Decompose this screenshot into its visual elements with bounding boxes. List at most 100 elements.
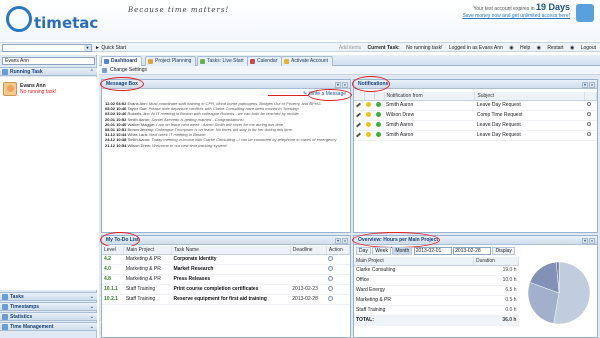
tab-tasks-live-start[interactable]: Tasks: Live Start: [197, 56, 249, 66]
search-icon[interactable]: [586, 112, 591, 116]
sidebar-item-tasks[interactable]: Tasks ⌄: [0, 292, 97, 301]
tab-project-planning[interactable]: Project Planning: [145, 56, 197, 66]
chevron-down-icon: ⌄: [89, 324, 94, 330]
table-row[interactable]: 4.8 Marketing & PR Press Releases: [102, 274, 350, 285]
action-icon[interactable]: [328, 295, 334, 301]
table-row[interactable]: 4.0 Marketing & PR Market Research: [102, 264, 350, 275]
tasks-live-icon: [200, 59, 205, 64]
search-icon[interactable]: [586, 102, 591, 106]
col-action[interactable]: Action: [326, 246, 351, 255]
project-planning-icon: [148, 59, 153, 64]
tab-dashboard[interactable]: Dashboard: [101, 56, 143, 66]
action-icon[interactable]: [328, 285, 334, 291]
edit-icon[interactable]: [355, 102, 362, 108]
collapse-icon[interactable]: ▾: [335, 82, 341, 88]
user-select[interactable]: Evans Ann: [2, 57, 95, 65]
total-row: TOTAL: 36.0 h: [354, 315, 519, 326]
dashboard-icon: [104, 59, 109, 64]
app-header: timetac Because time matters! Your test …: [0, 0, 600, 40]
edit-icon[interactable]: [355, 112, 362, 118]
collapse-icon[interactable]: ▾: [335, 238, 341, 244]
col-main-project[interactable]: Main Project: [354, 257, 474, 266]
sidebar-item-timestamps[interactable]: Timestamps ⌄: [0, 302, 97, 311]
range-week-button[interactable]: Week: [372, 247, 391, 255]
table-row: Marketing & PR 0.5 h: [354, 295, 519, 306]
collapse-icon[interactable]: ▾: [582, 238, 588, 244]
tasks-icon: [2, 294, 8, 300]
help-button[interactable]: ◉ Help: [509, 45, 530, 51]
annotation-circle: [352, 232, 440, 248]
calendar-icon: [250, 59, 255, 64]
approve-icon[interactable]: [376, 132, 381, 138]
pending-status-icon: [366, 132, 371, 138]
date-from-input[interactable]: 2013-02-01: [413, 247, 452, 255]
annotation-circle: [352, 76, 390, 92]
close-icon[interactable]: ×: [589, 82, 595, 88]
timetac-logo[interactable]: timetac: [6, 6, 98, 34]
avatar: [3, 82, 17, 96]
col-notification-from[interactable]: Notification from: [384, 92, 476, 101]
action-icon[interactable]: [328, 255, 334, 261]
date-to-input[interactable]: 2013-02-28: [453, 247, 492, 255]
col-task-name[interactable]: Task Name: [171, 246, 291, 255]
action-icon[interactable]: [328, 265, 334, 271]
edit-icon[interactable]: [355, 132, 362, 138]
notifications-table: Notification from Subject Smith Aaron Lea…: [354, 92, 597, 141]
chevron-down-icon: ⌄: [89, 314, 94, 320]
current-task-label: Current Task:: [367, 45, 400, 51]
settings-bar: Change Settings: [99, 66, 600, 75]
display-button[interactable]: Display: [492, 247, 515, 255]
approve-icon[interactable]: [376, 112, 381, 118]
range-month-button[interactable]: Month: [392, 247, 413, 255]
search-icon[interactable]: [586, 132, 591, 136]
close-icon[interactable]: ×: [342, 82, 348, 88]
approve-icon[interactable]: [376, 122, 381, 128]
running-task-header[interactable]: Running Task ⌃: [0, 67, 97, 76]
trial-upgrade-link[interactable]: Save money now and get unlimited access …: [462, 13, 570, 19]
col-duration[interactable]: Duration: [473, 257, 519, 266]
toolbar-right: Add items Current Task: No running task!…: [334, 45, 596, 51]
table-row[interactable]: Smith Aaron Leave Day Request: [354, 130, 597, 141]
trial-prefix: Your test account expires in: [473, 6, 535, 12]
overview-panel: Overview: Hours per Main Project ▾ × Day …: [352, 232, 598, 338]
sidebar-item-statistics[interactable]: Statistics ⌄: [0, 312, 97, 321]
action-icon[interactable]: [328, 275, 334, 281]
add-items-button[interactable]: Add items: [339, 45, 361, 51]
change-settings-button[interactable]: Change Settings: [110, 67, 147, 73]
quick-start-button[interactable]: ► Quick Start: [95, 45, 126, 51]
user-status: No running task!: [20, 89, 57, 95]
tab-calendar[interactable]: Calendar: [247, 56, 283, 66]
logout-button[interactable]: ◉ Logout: [570, 45, 596, 51]
logo-clock-icon: [6, 6, 32, 32]
annotation-arrow: [268, 95, 308, 96]
table-row[interactable]: 4.2 Marketing & PR Corporate Identity: [102, 254, 350, 265]
table-row[interactable]: Smith Aaron Leave Day Request: [354, 100, 597, 111]
activate-account-icon: [284, 59, 289, 64]
chevron-up-icon: ⌃: [89, 69, 94, 75]
table-row[interactable]: 10.2.1 Staff Training Reserve equipment fo…: [102, 294, 350, 305]
range-day-button[interactable]: Day: [356, 247, 371, 255]
collapse-icon[interactable]: ▾: [582, 82, 588, 88]
table-row[interactable]: Wilson Drew Comp Time Request: [354, 110, 597, 121]
sidebar-item-time-management[interactable]: Time Management ⌄: [0, 322, 97, 331]
tab-activate-account[interactable]: Activate Account: [281, 56, 333, 66]
hours-pie-chart: [527, 261, 591, 325]
col-level[interactable]: Level: [102, 246, 125, 255]
pending-status-icon: [366, 112, 371, 118]
close-icon[interactable]: ×: [342, 238, 348, 244]
close-icon[interactable]: ×: [589, 238, 595, 244]
quick-start-select[interactable]: ▼: [2, 44, 92, 52]
overview-filter-bar: Day Week Month 2013-02-01 2013-02-28 Dis…: [356, 247, 595, 256]
col-subject[interactable]: Subject: [474, 92, 585, 101]
restart-button[interactable]: ◉ Restart: [537, 45, 564, 51]
table-row[interactable]: 10.1.1 Staff Training Print course complet…: [102, 284, 350, 295]
slogan: Because time matters!: [128, 6, 230, 14]
table-row[interactable]: Smith Aaron Leave Day Request: [354, 120, 597, 131]
col-deadline[interactable]: Deadline: [290, 246, 327, 255]
message-box-panel: Message Box ▾ × ✎ Write a Message 12.02 0…: [100, 77, 352, 233]
col-main-project[interactable]: Main Project: [123, 246, 172, 255]
approve-icon[interactable]: [376, 102, 381, 108]
pending-status-icon: [366, 122, 371, 128]
edit-icon[interactable]: [355, 122, 362, 128]
search-icon[interactable]: [586, 122, 591, 126]
